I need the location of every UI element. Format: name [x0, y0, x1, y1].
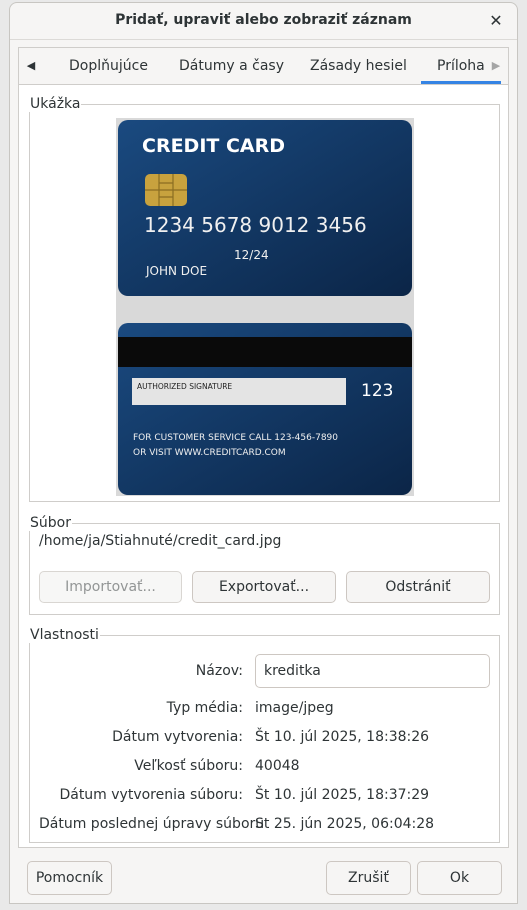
card-heading: CREDIT CARD	[142, 135, 285, 157]
card-back: AUTHORIZED SIGNATURE 123 FOR CUSTOMER SE…	[118, 323, 412, 495]
file-legend: Súbor	[29, 515, 72, 531]
help-button[interactable]: Pomocník	[27, 861, 112, 895]
media-type-label: Typ média:	[166, 700, 243, 716]
name-input[interactable]: kreditka	[255, 654, 490, 688]
card-holder: JOHN DOE	[145, 264, 207, 278]
tab-priloha[interactable]: Príloha	[421, 48, 501, 84]
attachment-panel: Ukážka CREDIT CARD 1234 5678 9012 3456 1…	[18, 85, 509, 848]
name-label: Názov:	[195, 663, 243, 679]
service-line-2: OR VISIT WWW.CREDITCARD.COM	[133, 448, 286, 458]
arrow-left-icon: ◀	[26, 59, 36, 72]
service-line-1: FOR CUSTOMER SERVICE CALL 123-456-7890	[133, 433, 338, 443]
card-number: 1234 5678 9012 3456	[144, 213, 367, 237]
close-button[interactable]: ✕	[485, 10, 507, 32]
created-label: Dátum vytvorenia:	[112, 729, 243, 745]
tab-scroll-right-button[interactable]: ▶	[484, 48, 508, 84]
card-cvv: 123	[361, 381, 393, 401]
file-size-label: Veľkosť súboru:	[134, 758, 243, 774]
tab-datumy-a-casy[interactable]: Dátumy a časy	[179, 48, 284, 84]
file-created-value: Št 10. júl 2025, 18:37:29	[255, 787, 430, 803]
file-created-label: Dátum vytvorenia súboru:	[59, 787, 243, 803]
media-type-value: image/jpeg	[255, 700, 334, 716]
remove-button[interactable]: Odstrániť	[346, 571, 490, 603]
tab-bar: ◀ Doplňujúce Dátumy a časy Zásady hesiel…	[18, 47, 509, 85]
file-modified-value: St 25. jún 2025, 06:04:28	[255, 816, 435, 832]
tab-scroll-left-button[interactable]: ◀	[19, 48, 43, 84]
dialog-window: Pridať, upraviť alebo zobraziť záznam ✕ …	[9, 2, 518, 904]
file-size-value: 40048	[255, 758, 300, 774]
close-icon: ✕	[489, 11, 503, 30]
preview-frame: Ukážka CREDIT CARD 1234 5678 9012 3456 1…	[29, 96, 500, 502]
title-bar: Pridať, upraviť alebo zobraziť záznam ✕	[10, 3, 517, 40]
preview-legend: Ukážka	[29, 96, 82, 112]
file-frame: Súbor /home/ja/Stiahnuté/credit_card.jpg…	[29, 515, 500, 615]
arrow-right-icon: ▶	[491, 59, 501, 72]
created-value: Št 10. júl 2025, 18:38:26	[255, 729, 430, 745]
import-button[interactable]: Importovať...	[39, 571, 182, 603]
signature-label: AUTHORIZED SIGNATURE	[137, 382, 232, 391]
tab-doplnujuce[interactable]: Doplňujúce	[69, 48, 148, 84]
properties-legend: Vlastnosti	[29, 627, 100, 643]
export-button[interactable]: Exportovať...	[192, 571, 336, 603]
dialog-title: Pridať, upraviť alebo zobraziť záznam	[115, 12, 412, 28]
file-path: /home/ja/Stiahnuté/credit_card.jpg	[39, 533, 282, 549]
card-front: CREDIT CARD 1234 5678 9012 3456 12/24 JO…	[118, 120, 412, 296]
attachment-preview-image: CREDIT CARD 1234 5678 9012 3456 12/24 JO…	[116, 118, 414, 496]
cancel-button[interactable]: Zrušiť	[326, 861, 411, 895]
properties-frame: Vlastnosti Názov: kreditka Typ média: im…	[29, 627, 500, 843]
ok-button[interactable]: Ok	[417, 861, 502, 895]
file-modified-label: Dátum poslednej úpravy súboru	[39, 816, 265, 832]
card-expiry: 12/24	[234, 248, 269, 262]
tab-zasady-hesiel[interactable]: Zásady hesiel	[310, 48, 407, 84]
